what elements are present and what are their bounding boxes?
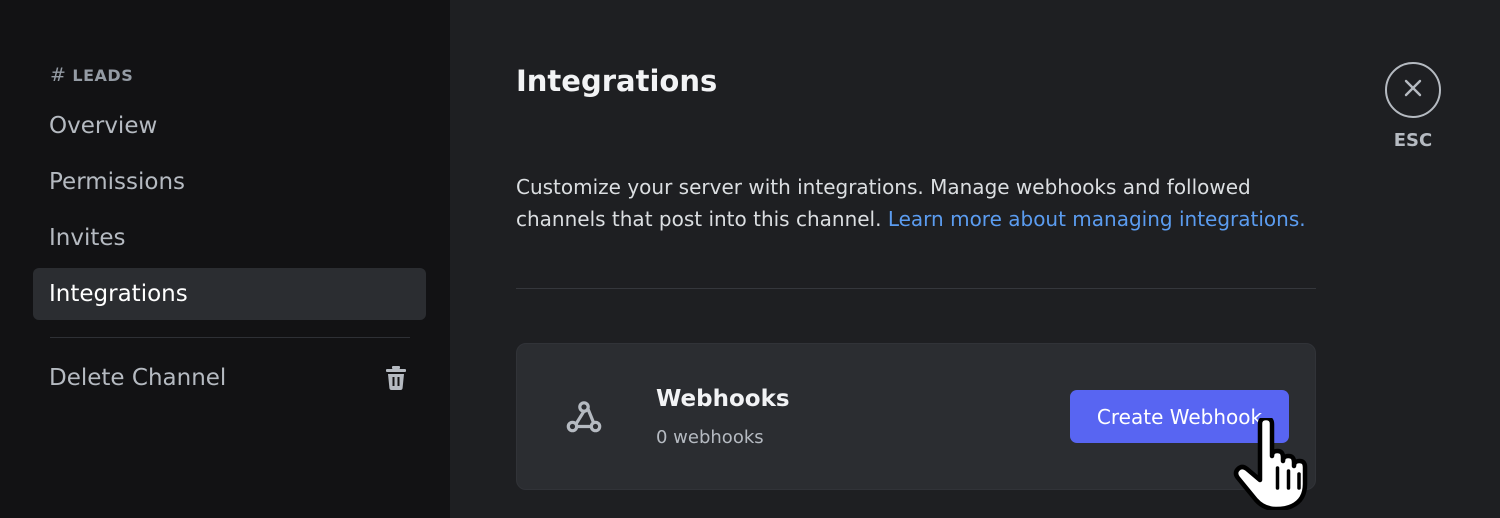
content-divider [516, 288, 1316, 289]
sidebar-item-invites[interactable]: Invites [33, 212, 426, 264]
settings-content: Integrations Customize your server with … [450, 0, 1500, 518]
close-icon [1403, 78, 1423, 102]
page-title: Integrations [516, 64, 718, 98]
webhooks-count: 0 webhooks [656, 427, 764, 448]
sidebar-item-label: Permissions [49, 169, 186, 195]
trash-icon [384, 365, 408, 391]
close-control: ESC [1383, 62, 1443, 151]
sidebar-item-overview[interactable]: Overview [33, 100, 426, 152]
esc-label: ESC [1393, 130, 1433, 151]
webhooks-title: Webhooks [656, 386, 790, 412]
hash-icon: # [50, 64, 67, 86]
delete-channel-label: Delete Channel [49, 365, 227, 391]
sidebar-channel-header: # LEADS [50, 64, 133, 86]
sidebar-item-label: Overview [49, 113, 158, 139]
sidebar-item-label: Invites [49, 225, 126, 251]
webhook-icon [565, 398, 603, 436]
sidebar-item-integrations[interactable]: Integrations [33, 268, 426, 320]
webhooks-card: Webhooks 0 webhooks Create Webhook [516, 343, 1316, 490]
channel-settings-window: # LEADS Overview Permissions Invites Int… [0, 0, 1500, 518]
learn-more-link[interactable]: Learn more about managing integrations. [888, 207, 1306, 231]
sidebar-item-permissions[interactable]: Permissions [33, 156, 426, 208]
delete-channel-button[interactable]: Delete Channel [33, 352, 426, 404]
sidebar-item-label: Integrations [49, 281, 188, 307]
sidebar-divider [50, 337, 410, 338]
close-button[interactable] [1385, 62, 1441, 118]
channel-name: LEADS [72, 65, 134, 85]
settings-sidebar: # LEADS Overview Permissions Invites Int… [0, 0, 450, 518]
integrations-description: Customize your server with integrations.… [516, 171, 1316, 235]
hand-cursor-icon [1232, 415, 1314, 512]
